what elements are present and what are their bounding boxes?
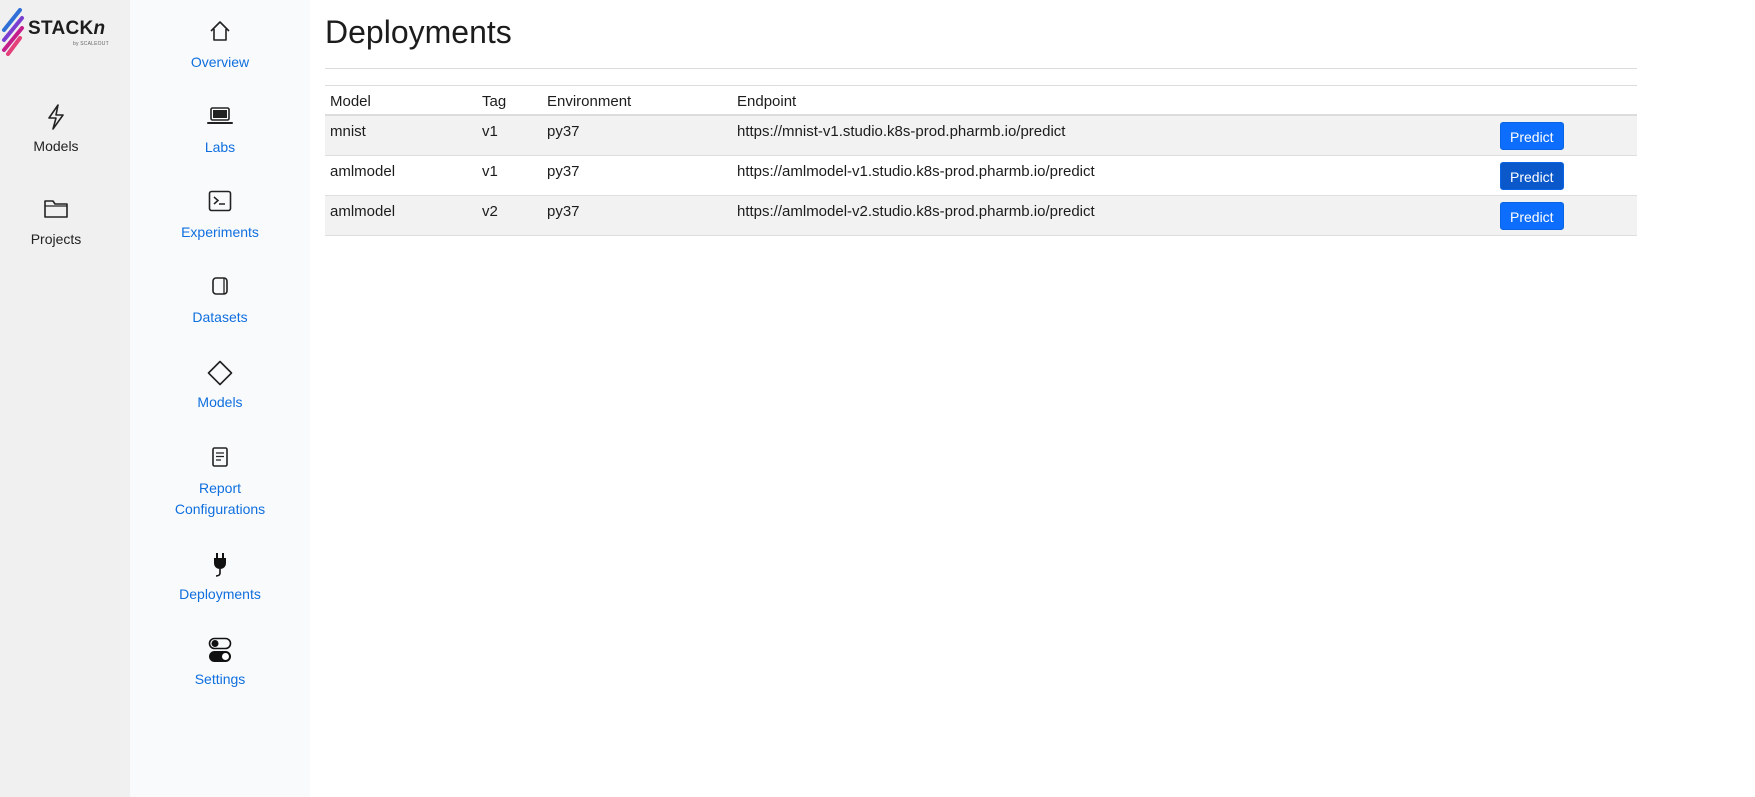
toggles-icon [130,637,310,669]
cell-model: mnist [325,115,477,156]
deployments-table: Model Tag Environment Endpoint mnist v1 … [325,85,1637,236]
predict-button[interactable]: Predict [1500,162,1564,190]
environment-name: py37 [547,203,580,220]
sidebar-item-label: Datasets [192,309,248,325]
sidebar-item-labs[interactable]: Labs [130,105,310,158]
sidebar-item-label: Settings [194,671,246,687]
rail-item-label: Models [33,138,79,154]
model-tag: v1 [482,123,498,140]
table-row: mnist v1 py37 https://mnist-v1.studio.k8… [325,115,1637,156]
predict-button[interactable]: Predict [1500,202,1564,230]
cell-actions: Predict [1495,115,1637,156]
predict-button[interactable]: Predict [1500,122,1564,150]
divider [325,68,1637,69]
cell-endpoint: https://mnist-v1.studio.k8s-prod.pharmb.… [732,115,1495,156]
model-tag: v1 [482,163,498,180]
cell-tag: v2 [477,195,542,236]
environment-name: py37 [547,123,580,140]
column-header-model: Model [325,85,477,116]
sidebar-item-label-line1: Report [198,480,242,496]
sidebar-item-overview[interactable]: Overview [130,20,310,73]
cell-actions: Predict [1495,195,1637,236]
cell-endpoint: https://amlmodel-v2.studio.k8s-prod.phar… [732,195,1495,236]
plug-icon [130,552,310,584]
cell-model: amlmodel [325,155,477,196]
report-icon [130,446,310,478]
cell-environment: py37 [542,195,732,236]
sidebar-item-label: Deployments [179,586,261,602]
sidebar-item-models[interactable]: Models [130,360,310,413]
cell-tag: v1 [477,115,542,156]
sidebar-item-deployments[interactable]: Deployments [130,552,310,605]
sidebar-item-label: Experiments [181,224,259,240]
model-name: amlmodel [330,203,396,220]
logo-byline: by SCALEOUT [73,41,109,47]
model-tag: v2 [482,203,498,220]
environment-name: py37 [547,163,580,180]
sidebar-item-settings[interactable]: Settings [130,637,310,690]
home-icon [130,20,310,52]
endpoint-url[interactable]: https://mnist-v1.studio.k8s-prod.pharmb.… [737,116,1065,140]
diamond-icon [130,360,310,392]
page-title: Deployments [325,14,512,50]
table-header-row: Model Tag Environment Endpoint [325,85,1637,116]
endpoint-url[interactable]: https://amlmodel-v1.studio.k8s-prod.phar… [737,156,1095,180]
table-row: amlmodel v2 py37 https://amlmodel-v2.stu… [325,195,1637,236]
lightning-icon [0,104,112,138]
cell-endpoint: https://amlmodel-v1.studio.k8s-prod.phar… [732,155,1495,196]
sidebar-item-experiments[interactable]: Experiments [130,190,310,243]
model-name: mnist [330,123,366,140]
cell-model: amlmodel [325,195,477,236]
sidebar-item-datasets[interactable]: Datasets [130,275,310,328]
model-name: amlmodel [330,163,396,180]
stackn-logo[interactable]: STACKn by SCALEOUT [0,6,112,56]
terminal-icon [130,190,310,222]
cell-actions: Predict [1495,155,1637,196]
endpoint-url[interactable]: https://amlmodel-v2.studio.k8s-prod.phar… [737,196,1095,220]
sidebar-item-label-line2: Configurations [174,501,266,517]
app-rail: STACKn by SCALEOUT Models Projects [0,0,130,797]
logo-stripes-icon [2,8,24,56]
cell-environment: py37 [542,155,732,196]
column-header-tag: Tag [477,85,542,116]
laptop-icon [130,105,310,137]
column-header-actions [1495,85,1637,116]
cell-environment: py37 [542,115,732,156]
logo-wordmark: STACKn [28,18,106,39]
sidebar-item-label: Overview [190,54,250,70]
folder-icon [0,197,112,231]
sidebar-item-label: Labs [204,139,236,155]
column-header-environment: Environment [542,85,732,116]
rail-item-models[interactable]: Models [0,104,112,156]
cell-tag: v1 [477,155,542,196]
sidebar-item-label: Models [197,394,243,410]
sidebar-item-report-configurations[interactable]: Report Configurations [130,446,310,520]
table-row: amlmodel v1 py37 https://amlmodel-v1.stu… [325,155,1637,196]
dataset-icon [130,275,310,307]
rail-item-projects[interactable]: Projects [0,197,112,249]
project-sidebar: Overview Labs Experiments Datasets Model… [130,0,310,797]
column-header-endpoint: Endpoint [732,85,1495,116]
rail-item-label: Projects [30,231,82,247]
